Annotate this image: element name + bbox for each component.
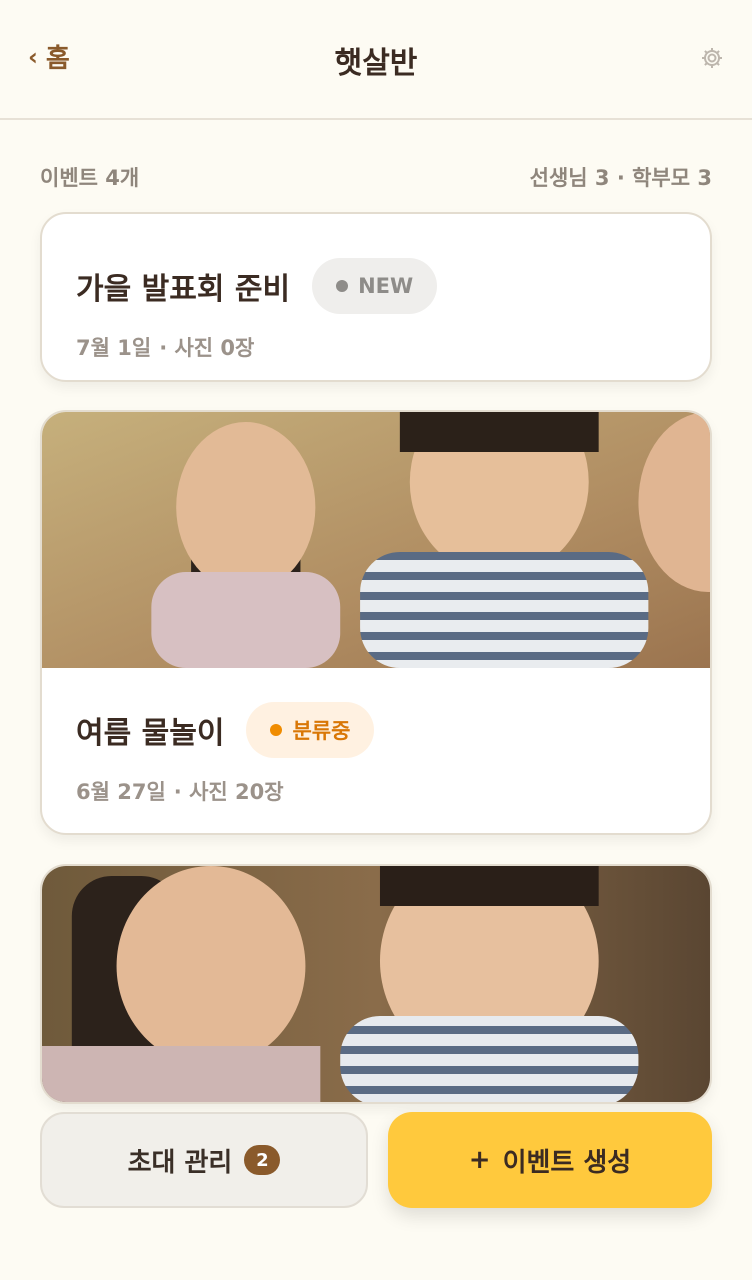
- event-photo-count: · 사진 0장: [159, 336, 255, 360]
- event-list-screen: ‹ 홈 햇살반 이벤트 4개 선생님 3 · 학부모 3 가을 발표회 준비 N…: [0, 0, 752, 1280]
- status-badge: NEW: [312, 258, 438, 314]
- status-label: 분류중: [292, 719, 351, 743]
- member-counts: 선생님 3 · 학부모 3: [529, 166, 712, 190]
- event-photo-count: · 사진 20장: [173, 780, 284, 804]
- event-title: 여름 물놀이: [76, 716, 225, 751]
- top-bar: ‹ 홈 햇살반: [0, 0, 752, 120]
- event-card[interactable]: 여름 물놀이 분류중 6월 27일 · 사진 20장: [40, 410, 712, 835]
- invite-manage-button[interactable]: 초대 관리 2: [40, 1112, 368, 1208]
- create-event-label: 이벤트 생성: [502, 1147, 632, 1178]
- event-card-body: 여름 물놀이 분류중 6월 27일 · 사진 20장: [76, 702, 676, 806]
- status-dot-icon: [270, 724, 283, 736]
- event-title-row: 여름 물놀이 분류중: [76, 702, 676, 758]
- event-cover-photo: [42, 412, 710, 668]
- event-meta: 6월 27일 · 사진 20장: [76, 776, 676, 806]
- status-badge: 분류중: [246, 702, 375, 758]
- event-meta: 7월 1일 · 사진 0장: [76, 332, 676, 362]
- events-label: 이벤트: [40, 166, 98, 190]
- page-title: 햇살반: [334, 46, 418, 81]
- summary-row: 이벤트 4개 선생님 3 · 학부모 3: [40, 162, 712, 192]
- event-date: 7월 1일: [76, 336, 152, 360]
- event-date: 6월 27일: [76, 780, 166, 804]
- invite-label: 초대 관리: [127, 1147, 233, 1178]
- events-count: 4개: [105, 166, 140, 190]
- create-event-button[interactable]: + 이벤트 생성: [388, 1112, 712, 1208]
- invite-count-badge: 2: [244, 1145, 281, 1175]
- event-cover-photo: [42, 866, 710, 1102]
- event-card[interactable]: 가을 발표회 준비 NEW 7월 1일 · 사진 0장: [40, 212, 712, 382]
- event-title: 가을 발표회 준비: [76, 272, 291, 307]
- gear-icon[interactable]: [700, 46, 724, 70]
- events-summary: 이벤트 4개: [40, 162, 139, 192]
- event-card-body: 가을 발표회 준비 NEW 7월 1일 · 사진 0장: [76, 258, 676, 362]
- event-title-row: 가을 발표회 준비 NEW: [76, 258, 676, 314]
- event-card[interactable]: [40, 864, 712, 1104]
- status-label: NEW: [358, 274, 414, 298]
- plus-icon: +: [468, 1145, 491, 1175]
- status-dot-icon: [336, 280, 349, 292]
